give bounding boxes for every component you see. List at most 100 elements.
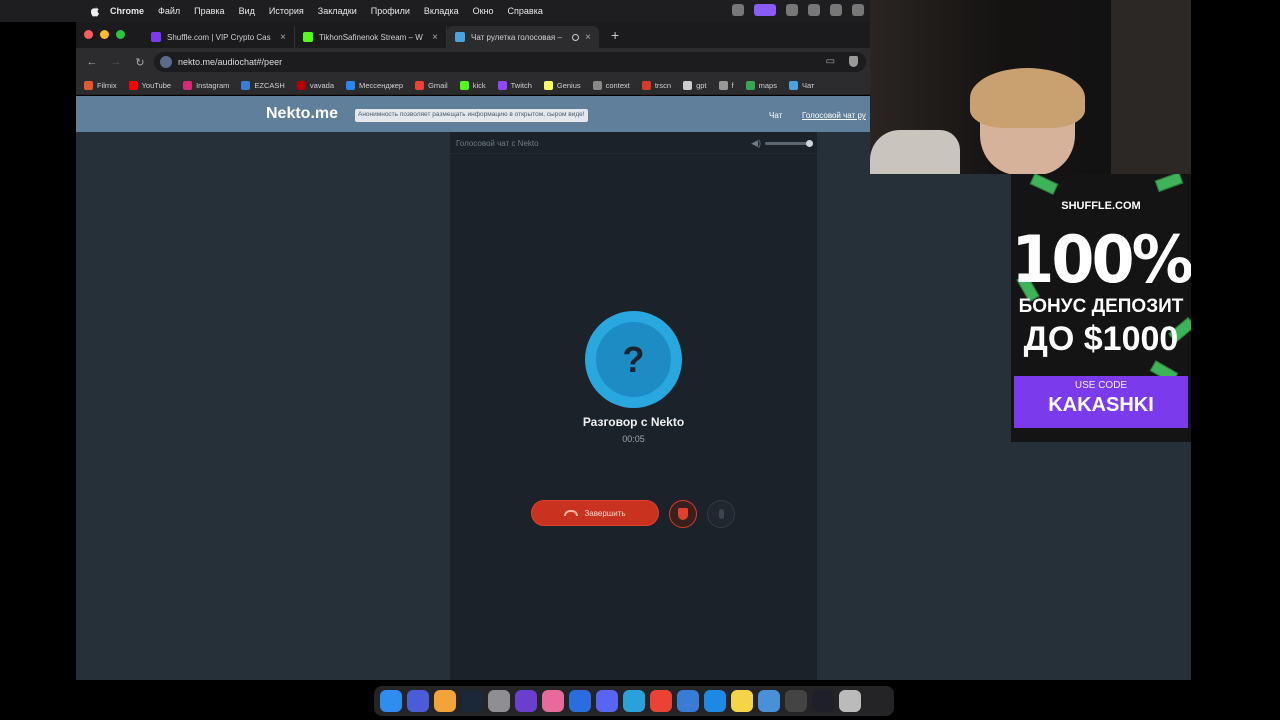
bookmark-genius[interactable]: Genius	[543, 80, 581, 90]
back-icon[interactable]: ←	[84, 56, 100, 68]
settings-icon[interactable]	[488, 690, 510, 712]
status-icons	[732, 4, 864, 16]
end-call-button[interactable]: Завершить	[531, 500, 659, 526]
speaker-icon[interactable]: ◀)	[751, 138, 761, 149]
voice-chat-panel: Голосовой чат с Nekto ◀) ? Разговор с Ne…	[450, 132, 817, 680]
bookmark-label: Filmix	[97, 80, 117, 90]
macos-menubar: Chrome Файл Правка Вид История Закладки …	[0, 0, 870, 22]
bookmark-kick[interactable]: kick	[459, 80, 486, 90]
bookmark-messenger[interactable]: Мессенджер	[346, 80, 403, 90]
bookmark-trscn[interactable]: trscn	[641, 80, 671, 90]
ad-use-code-label: USE CODE	[1074, 380, 1128, 391]
wifi-icon[interactable]	[808, 4, 820, 16]
extension-shield-icon[interactable]	[849, 56, 858, 67]
bookmark-label: context	[605, 80, 630, 90]
menu-bookmarks[interactable]: Закладки	[318, 6, 357, 16]
end-call-label: Завершить	[584, 508, 626, 518]
chrome-icon[interactable]	[650, 690, 672, 712]
apple-icon[interactable]	[88, 4, 102, 18]
recording-indicator-icon	[572, 33, 580, 41]
url-text[interactable]: nekto.me/audiochat#/peer	[178, 57, 282, 67]
app-store-icon[interactable]	[704, 690, 726, 712]
menu-app-name[interactable]: Chrome	[110, 6, 144, 16]
menu-profiles[interactable]: Профили	[371, 6, 410, 16]
app-icon[interactable]	[677, 690, 699, 712]
bookmark-label: vavada	[309, 80, 335, 90]
menu-view[interactable]: Вид	[239, 6, 255, 16]
close-window-button[interactable]	[84, 30, 93, 39]
launchpad-icon[interactable]	[407, 690, 429, 712]
bookmark-twitch[interactable]: Twitch	[497, 80, 532, 90]
chat-header: Голосовой чат с Nekto ◀)	[450, 132, 817, 154]
tab-kick[interactable]: TikhonSafinenok Stream – W ×	[295, 26, 447, 48]
bookmark-label: Instagram	[196, 80, 230, 90]
close-tab-icon[interactable]: ×	[585, 32, 591, 43]
web-page: Nekto.me Анонимность позволяет размещать…	[76, 96, 870, 680]
bluetooth-icon[interactable]	[786, 4, 798, 16]
close-tab-icon[interactable]: ×	[280, 32, 286, 43]
steam-icon[interactable]	[461, 690, 483, 712]
bookmark-context[interactable]: context	[592, 80, 630, 90]
telegram-icon[interactable]	[623, 690, 645, 712]
nav-voice-chat-link[interactable]: Голосовой чат ру	[802, 111, 866, 120]
volume-slider-knob[interactable]	[806, 140, 813, 147]
menu-edit[interactable]: Правка	[194, 6, 224, 16]
mute-button[interactable]	[707, 500, 735, 528]
app-icon[interactable]	[515, 690, 537, 712]
tab-nekto[interactable]: Чат рулетка голосовая – ×	[447, 26, 599, 48]
bookmark-vavada[interactable]: vavada	[296, 80, 335, 90]
bookmark-f[interactable]: f	[718, 80, 734, 90]
nav-chat-link[interactable]: Чат	[769, 111, 782, 120]
peer-avatar: ?	[585, 311, 682, 408]
site-header: Nekto.me Анонимность позволяет размещать…	[76, 96, 870, 132]
bookmark-ezcash[interactable]: EZCASH	[241, 80, 285, 90]
trash-icon[interactable]	[839, 690, 861, 712]
volume-control[interactable]: ◀)	[751, 138, 813, 149]
site-info-icon[interactable]	[160, 56, 172, 68]
bookmark-chat[interactable]: Чат	[788, 80, 814, 90]
menu-help[interactable]: Справка	[508, 6, 543, 16]
bookmark-label: maps	[758, 80, 777, 90]
forward-icon[interactable]: →	[108, 56, 124, 68]
bookmark-instagram[interactable]: Instagram	[183, 80, 230, 90]
address-bar[interactable]: nekto.me/audiochat#/peer ▭ ★	[154, 52, 866, 72]
app-icon[interactable]	[569, 690, 591, 712]
bookmark-youtube[interactable]: YouTube	[128, 80, 171, 90]
report-button[interactable]	[669, 500, 697, 528]
menu-tab[interactable]: Вкладка	[424, 6, 459, 16]
discord-icon[interactable]	[596, 690, 618, 712]
volume-slider[interactable]	[765, 140, 813, 147]
finder-icon[interactable]	[380, 690, 402, 712]
vavada-icon	[296, 80, 306, 90]
window-controls	[84, 30, 125, 39]
cast-icon[interactable]: ▭	[826, 56, 835, 67]
close-tab-icon[interactable]: ×	[432, 32, 438, 43]
site-logo[interactable]: Nekto.me	[266, 105, 338, 123]
gpt-icon	[683, 80, 693, 90]
reload-icon[interactable]: ↻	[132, 56, 148, 69]
shuffle-ad-banner[interactable]: SHUFFLE.COM 100% БОНУС ДЕПОЗИТ ДО $1000 …	[1011, 174, 1191, 442]
bookmark-gpt[interactable]: gpt	[683, 80, 707, 90]
menu-window[interactable]: Окно	[473, 6, 494, 16]
menu-history[interactable]: История	[269, 6, 304, 16]
menu-file[interactable]: Файл	[158, 6, 180, 16]
bookmark-maps[interactable]: maps	[745, 80, 777, 90]
maximize-window-button[interactable]	[116, 30, 125, 39]
tab-shuffle[interactable]: Shuffle.com | VIP Crypto Cas ×	[143, 26, 295, 48]
clock-icon[interactable]	[785, 690, 807, 712]
ad-promo-code: KAKASHKI	[1048, 394, 1154, 416]
screen-record-icon[interactable]	[732, 4, 744, 16]
app-icon[interactable]	[812, 690, 834, 712]
app-icon[interactable]	[542, 690, 564, 712]
bookmark-gmail[interactable]: Gmail	[415, 80, 448, 90]
screen-share-icon[interactable]	[754, 4, 776, 16]
bookmark-filmix[interactable]: Filmix	[84, 80, 117, 90]
notification-icon[interactable]	[830, 4, 842, 16]
bookmark-label: kick	[472, 80, 486, 90]
minimize-window-button[interactable]	[100, 30, 109, 39]
photos-icon[interactable]	[434, 690, 456, 712]
notes-icon[interactable]	[731, 690, 753, 712]
control-center-icon[interactable]	[852, 4, 864, 16]
new-tab-button[interactable]: +	[611, 27, 619, 43]
preview-icon[interactable]	[758, 690, 780, 712]
